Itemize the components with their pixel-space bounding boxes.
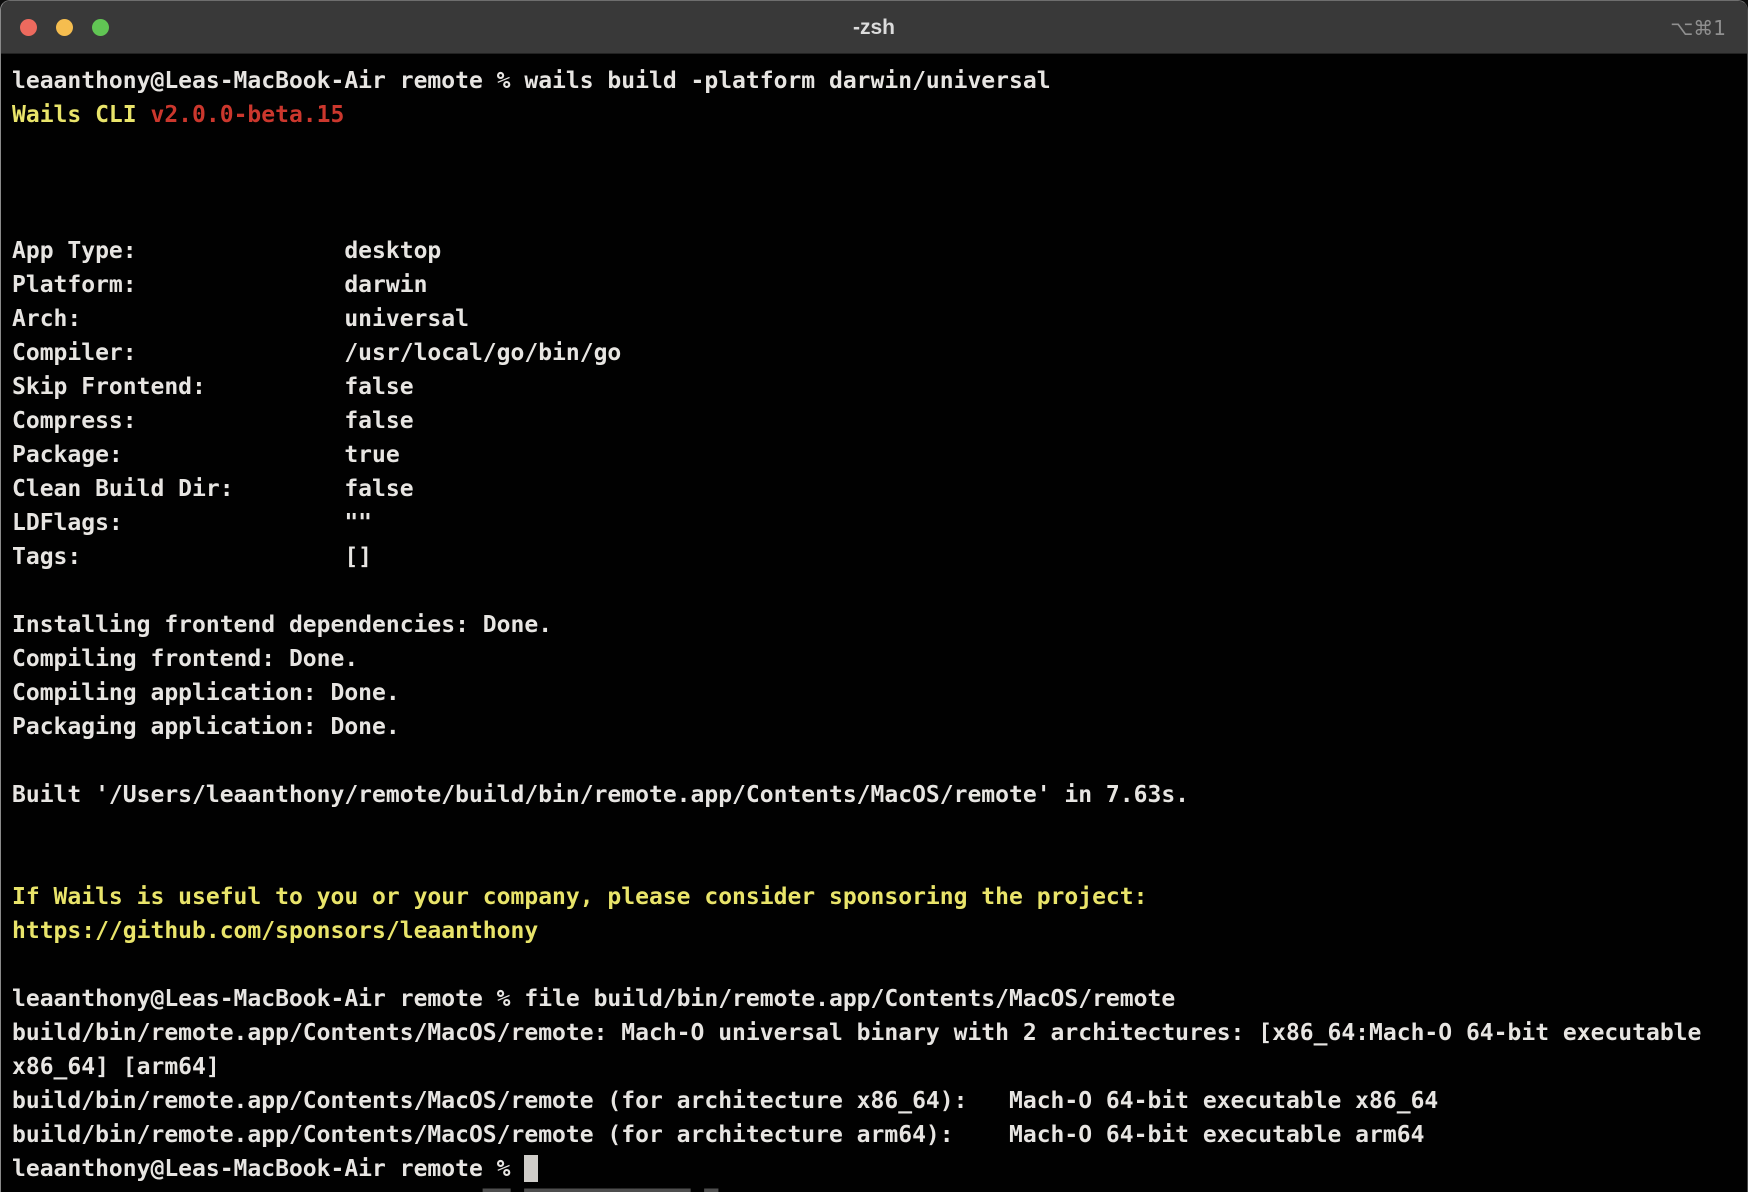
terminal-line xyxy=(12,744,1747,778)
terminal-text-segment: Package: true xyxy=(12,442,400,468)
window-title: -zsh xyxy=(1,1,1747,54)
terminal-text-segment: Platform: darwin xyxy=(12,272,427,298)
terminal-line: Tags: [] xyxy=(12,540,1747,574)
terminal-line: leaanthony@Leas-MacBook-Air remote % xyxy=(12,1152,1747,1186)
terminal-screen[interactable]: leaanthony@Leas-MacBook-Air remote % wai… xyxy=(1,54,1747,1192)
terminal-text-segment: x86_64] [arm64] xyxy=(12,1054,220,1080)
sponsor-url[interactable]: https://github.com/sponsors/leaanthony xyxy=(12,918,538,944)
traffic-lights xyxy=(20,1,109,54)
terminal-text-segment: leaanthony@Leas-MacBook-Air remote % xyxy=(12,1156,524,1182)
terminal-line: Platform: darwin xyxy=(12,268,1747,302)
terminal-line: leaanthony@Leas-MacBook-Air remote % wai… xyxy=(12,64,1747,98)
terminal-text-segment: Clean Build Dir: false xyxy=(12,476,414,502)
close-button[interactable] xyxy=(20,19,37,36)
terminal-line xyxy=(12,846,1747,880)
terminal-cursor xyxy=(524,1155,538,1182)
terminal-line xyxy=(12,574,1747,608)
zoom-button[interactable] xyxy=(92,19,109,36)
terminal-window: -zsh ⌥⌘1 leaanthony@Leas-MacBook-Air rem… xyxy=(0,0,1748,1192)
terminal-text-segment: App Type: desktop xyxy=(12,238,441,264)
terminal-text-segment: build/bin/remote.app/Contents/MacOS/remo… xyxy=(12,1020,1701,1046)
terminal-line: App Type: desktop xyxy=(12,234,1747,268)
clipped-partial-line: ██ ████████████ █ xyxy=(12,1186,1747,1192)
terminal-text-segment: Installing frontend dependencies: Done. xyxy=(12,612,552,638)
terminal-line: Skip Frontend: false xyxy=(12,370,1747,404)
terminal-line xyxy=(12,948,1747,982)
terminal-text-segment: Skip Frontend: false xyxy=(12,374,414,400)
terminal-text-segment: If Wails is useful to you or your compan… xyxy=(12,884,1147,910)
terminal-text-segment: build/bin/remote.app/Contents/MacOS/remo… xyxy=(12,1122,1424,1148)
window-shortcut-badge: ⌥⌘1 xyxy=(1670,1,1726,54)
terminal-line: If Wails is useful to you or your compan… xyxy=(12,880,1747,914)
terminal-text-segment: Compiling frontend: Done. xyxy=(12,646,358,672)
terminal-line xyxy=(12,132,1747,166)
terminal-text-segment: build/bin/remote.app/Contents/MacOS/remo… xyxy=(12,1088,1438,1114)
terminal-text-segment: Wails CLI xyxy=(12,102,150,128)
terminal-line xyxy=(12,166,1747,200)
terminal-line: https://github.com/sponsors/leaanthony xyxy=(12,914,1747,948)
minimize-button[interactable] xyxy=(56,19,73,36)
terminal-line: Compiling frontend: Done. xyxy=(12,642,1747,676)
terminal-line: Compiler: /usr/local/go/bin/go xyxy=(12,336,1747,370)
terminal-text-segment: Compress: false xyxy=(12,408,414,434)
titlebar[interactable]: -zsh ⌥⌘1 xyxy=(1,1,1747,54)
terminal-line: Installing frontend dependencies: Done. xyxy=(12,608,1747,642)
terminal-text-segment: v2.0.0-beta.15 xyxy=(150,102,344,128)
terminal-text-segment: Compiling application: Done. xyxy=(12,680,400,706)
terminal-text-segment: Compiler: /usr/local/go/bin/go xyxy=(12,340,621,366)
terminal-line: build/bin/remote.app/Contents/MacOS/remo… xyxy=(12,1118,1747,1152)
terminal-line: build/bin/remote.app/Contents/MacOS/remo… xyxy=(12,1016,1747,1050)
terminal-line: Built '/Users/leaanthony/remote/build/bi… xyxy=(12,778,1747,812)
terminal-line xyxy=(12,200,1747,234)
terminal-line: Clean Build Dir: false xyxy=(12,472,1747,506)
terminal-text-segment: leaanthony@Leas-MacBook-Air remote % fil… xyxy=(12,986,1175,1012)
terminal-line: Packaging application: Done. xyxy=(12,710,1747,744)
terminal-line xyxy=(12,812,1747,846)
terminal-line: LDFlags: "" xyxy=(12,506,1747,540)
terminal-text-segment: Tags: [] xyxy=(12,544,372,570)
terminal-line: leaanthony@Leas-MacBook-Air remote % fil… xyxy=(12,982,1747,1016)
terminal-text-segment: Packaging application: Done. xyxy=(12,714,400,740)
terminal-line: build/bin/remote.app/Contents/MacOS/remo… xyxy=(12,1084,1747,1118)
terminal-text-segment: Arch: universal xyxy=(12,306,469,332)
terminal-line: x86_64] [arm64] xyxy=(12,1050,1747,1084)
terminal-text-segment: Built '/Users/leaanthony/remote/build/bi… xyxy=(12,782,1189,808)
terminal-line: Arch: universal xyxy=(12,302,1747,336)
terminal-line: Wails CLI v2.0.0-beta.15 xyxy=(12,98,1747,132)
terminal-line: Package: true xyxy=(12,438,1747,472)
terminal-text-segment: LDFlags: "" xyxy=(12,510,372,536)
terminal-line: Compiling application: Done. xyxy=(12,676,1747,710)
terminal-text-segment: leaanthony@Leas-MacBook-Air remote % wai… xyxy=(12,68,1051,94)
terminal-line: Compress: false xyxy=(12,404,1747,438)
